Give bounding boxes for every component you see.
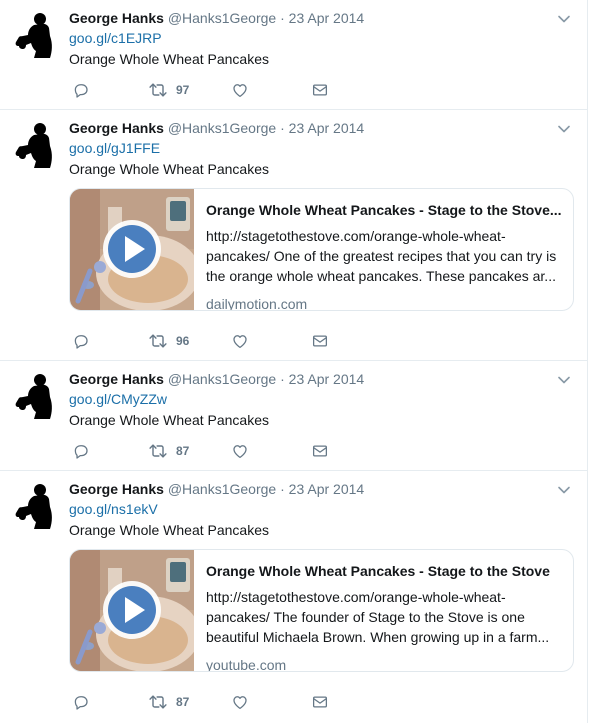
reply-icon — [72, 332, 90, 350]
author-name[interactable]: George Hanks — [69, 371, 164, 387]
envelope-icon — [311, 81, 329, 99]
tweet-date[interactable]: 23 Apr 2014 — [289, 481, 365, 497]
link-card[interactable]: Orange Whole Wheat Pancakes - Stage to t… — [69, 549, 574, 672]
retweet-button[interactable]: 96 — [148, 331, 189, 351]
tweet-link[interactable]: goo.gl/CMyZZw — [69, 390, 167, 408]
like-button[interactable] — [231, 80, 249, 100]
retweet-icon — [148, 80, 168, 100]
tweet-actions: 96 — [72, 331, 342, 351]
card-body: Orange Whole Wheat Pancakes - Stage to t… — [206, 201, 564, 311]
retweet-icon — [148, 692, 168, 712]
tweet-header: George Hanks @Hanks1George · 23 Apr 2014 — [69, 9, 364, 27]
direct-message-button[interactable] — [311, 331, 329, 351]
video-thumbnail[interactable] — [70, 189, 194, 310]
envelope-icon — [311, 442, 329, 460]
tweet-link[interactable]: goo.gl/ns1ekV — [69, 500, 158, 518]
retweet-button[interactable]: 97 — [148, 80, 189, 100]
card-description: http://stagetothestove.com/orange-whole-… — [206, 228, 557, 284]
retweet-count: 96 — [176, 334, 190, 348]
card-description: http://stagetothestove.com/orange-whole-… — [206, 589, 550, 645]
chevron-down-icon[interactable] — [557, 122, 571, 136]
tweet-text: Orange Whole Wheat Pancakes — [69, 51, 269, 67]
reply-button[interactable] — [72, 441, 90, 461]
author-handle[interactable]: @Hanks1George — [168, 371, 276, 387]
author-handle[interactable]: @Hanks1George — [168, 10, 276, 26]
reply-icon — [72, 81, 90, 99]
avatar[interactable] — [12, 371, 60, 419]
card-title: Orange Whole Wheat Pancakes - Stage to t… — [206, 202, 562, 218]
tweet-link[interactable]: goo.gl/gJ1FFE — [69, 139, 160, 157]
tweet-timeline: George Hanks @Hanks1George · 23 Apr 2014… — [0, 0, 588, 723]
tweet-date[interactable]: 23 Apr 2014 — [289, 10, 365, 26]
author-handle[interactable]: @Hanks1George — [168, 120, 276, 136]
direct-message-button[interactable] — [311, 441, 329, 461]
reply-icon — [72, 442, 90, 460]
retweet-button[interactable]: 87 — [148, 441, 189, 461]
video-thumbnail[interactable] — [70, 550, 194, 671]
tweet[interactable]: George Hanks @Hanks1George · 23 Apr 2014… — [0, 110, 587, 361]
tweet[interactable]: George Hanks @Hanks1George · 23 Apr 2014… — [0, 0, 587, 110]
heart-icon — [231, 693, 249, 711]
tweet-actions: 87 — [72, 692, 342, 712]
tweet-date[interactable]: 23 Apr 2014 — [289, 371, 365, 387]
tweet-header: George Hanks @Hanks1George · 23 Apr 2014 — [69, 119, 364, 137]
author-name[interactable]: George Hanks — [69, 481, 164, 497]
author-handle[interactable]: @Hanks1George — [168, 481, 276, 497]
heart-icon — [231, 332, 249, 350]
like-button[interactable] — [231, 692, 249, 712]
author-name[interactable]: George Hanks — [69, 10, 164, 26]
card-domain: dailymotion.com — [206, 296, 308, 311]
separator: · — [280, 10, 285, 26]
tweet-text: Orange Whole Wheat Pancakes — [69, 522, 269, 538]
link-card[interactable]: Orange Whole Wheat Pancakes - Stage to t… — [69, 188, 574, 311]
play-icon — [103, 581, 161, 639]
retweet-icon — [148, 441, 168, 461]
retweet-button[interactable]: 87 — [148, 692, 189, 712]
direct-message-button[interactable] — [311, 80, 329, 100]
chevron-down-icon[interactable] — [557, 373, 571, 387]
author-name[interactable]: George Hanks — [69, 120, 164, 136]
reply-button[interactable] — [72, 80, 90, 100]
card-domain: youtube.com — [206, 657, 287, 672]
retweet-count: 97 — [176, 83, 190, 97]
tweet[interactable]: George Hanks @Hanks1George · 23 Apr 2014… — [0, 361, 587, 471]
reply-button[interactable] — [72, 692, 90, 712]
card-title: Orange Whole Wheat Pancakes - Stage to t… — [206, 563, 550, 579]
heart-icon — [231, 442, 249, 460]
heart-icon — [231, 81, 249, 99]
tweet-link[interactable]: goo.gl/c1EJRP — [69, 29, 162, 47]
play-icon — [103, 220, 161, 278]
retweet-icon — [148, 331, 168, 351]
tweet[interactable]: George Hanks @Hanks1George · 23 Apr 2014… — [0, 471, 587, 723]
separator: · — [280, 371, 285, 387]
chevron-down-icon[interactable] — [557, 12, 571, 26]
like-button[interactable] — [231, 331, 249, 351]
avatar[interactable] — [12, 481, 60, 529]
envelope-icon — [311, 332, 329, 350]
tweet-text: Orange Whole Wheat Pancakes — [69, 161, 269, 177]
chevron-down-icon[interactable] — [557, 483, 571, 497]
tweet-actions: 87 — [72, 441, 342, 461]
direct-message-button[interactable] — [311, 692, 329, 712]
reply-button[interactable] — [72, 331, 90, 351]
tweet-text: Orange Whole Wheat Pancakes — [69, 412, 269, 428]
separator: · — [280, 481, 285, 497]
avatar[interactable] — [12, 10, 60, 58]
card-body: Orange Whole Wheat Pancakes - Stage to t… — [206, 562, 564, 672]
reply-icon — [72, 693, 90, 711]
tweet-date[interactable]: 23 Apr 2014 — [289, 120, 365, 136]
tweet-actions: 97 — [72, 80, 342, 100]
retweet-count: 87 — [176, 695, 190, 709]
separator: · — [280, 120, 285, 136]
avatar[interactable] — [12, 120, 60, 168]
tweet-header: George Hanks @Hanks1George · 23 Apr 2014 — [69, 480, 364, 498]
retweet-count: 87 — [176, 444, 190, 458]
like-button[interactable] — [231, 441, 249, 461]
tweet-header: George Hanks @Hanks1George · 23 Apr 2014 — [69, 370, 364, 388]
envelope-icon — [311, 693, 329, 711]
